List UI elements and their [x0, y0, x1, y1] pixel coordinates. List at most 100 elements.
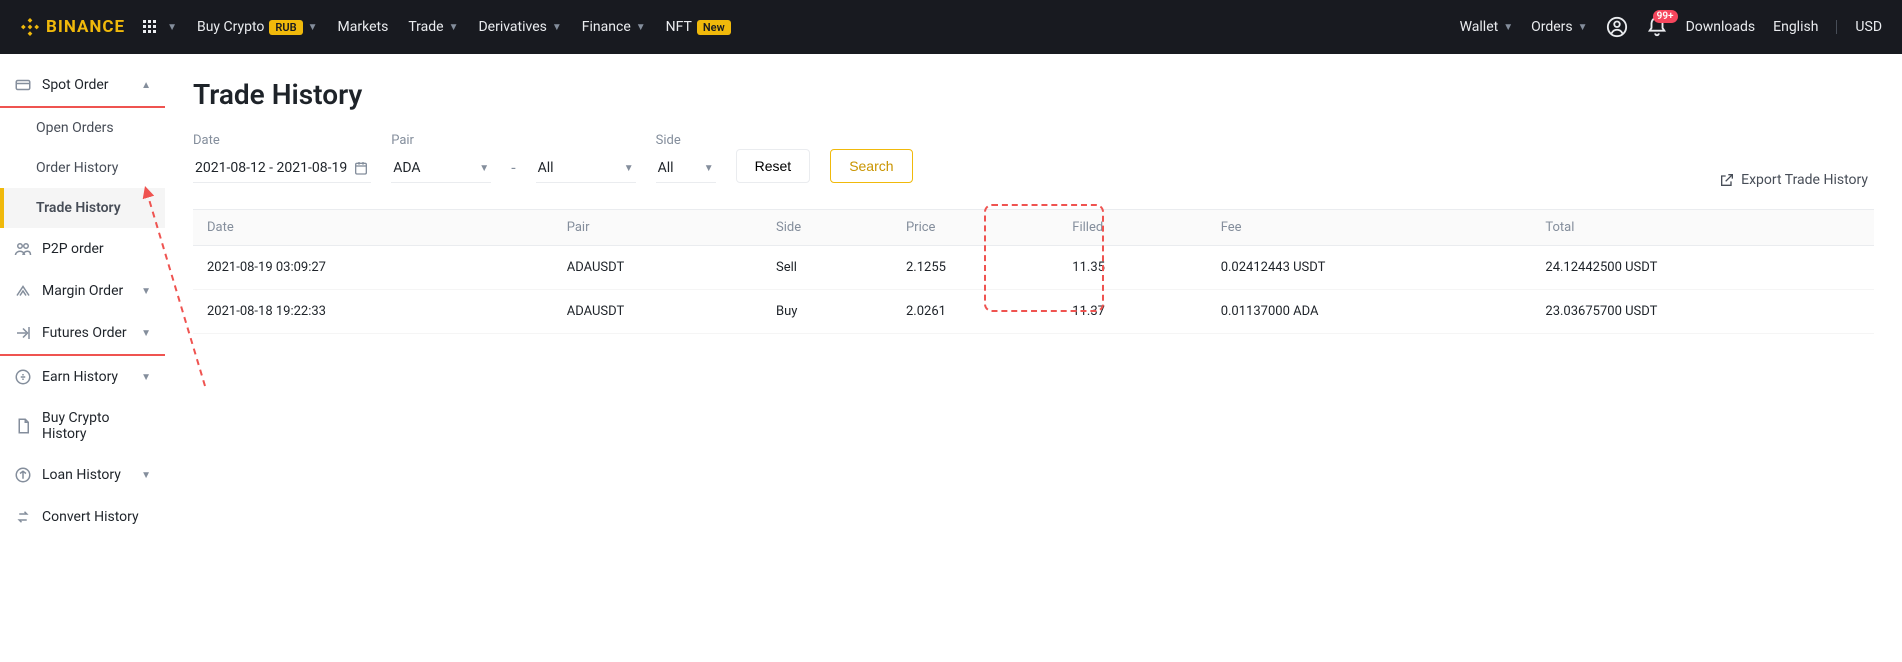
side-select-value: All — [658, 160, 674, 176]
sidebar-convert-history[interactable]: Convert History — [0, 496, 165, 538]
caret-down-icon: ▼ — [1503, 22, 1513, 33]
search-button[interactable]: Search — [830, 149, 912, 183]
calendar-icon — [353, 160, 369, 176]
sidebar-buy-crypto-history-label: Buy Crypto History — [42, 410, 151, 442]
nav-finance[interactable]: Finance ▼ — [582, 19, 646, 35]
date-range-value: 2021-08-12 - 2021-08-19 — [195, 160, 347, 176]
sidebar-spot-order-label: Spot Order — [42, 77, 109, 93]
pair-select-base-value: ADA — [393, 160, 420, 176]
caret-down-icon: ▼ — [308, 22, 318, 33]
nav-wallet-label: Wallet — [1460, 19, 1499, 35]
sidebar-earn-history[interactable]: Earn History ▼ — [0, 356, 165, 398]
cell-filled: 11.35 — [1058, 246, 1206, 290]
apps-caret-icon: ▼ — [167, 22, 177, 33]
sidebar-open-orders[interactable]: Open Orders — [0, 108, 165, 148]
logo-text: BINANCE — [46, 17, 125, 37]
futures-icon — [14, 324, 32, 342]
nav-derivatives[interactable]: Derivatives▼ — [478, 19, 561, 35]
nav-markets[interactable]: Markets — [338, 19, 389, 35]
caret-down-icon: ▼ — [636, 22, 646, 33]
sidebar-trade-history[interactable]: Trade History — [0, 188, 165, 228]
logo[interactable]: BINANCE — [20, 17, 125, 37]
sidebar-p2p-order[interactable]: P2P order — [0, 228, 165, 270]
pair-select-quote-value: All — [538, 160, 554, 176]
header: BINANCE ▼ Buy CryptoRUB▼ Markets Trade ▼ Der… — [0, 0, 1902, 54]
account-icon[interactable] — [1606, 16, 1628, 38]
nav-orders[interactable]: Orders ▼ — [1531, 19, 1587, 35]
col-total: Total — [1531, 210, 1874, 246]
cell-total: 23.03675700 USDT — [1531, 290, 1874, 334]
col-date: Date — [193, 210, 553, 246]
nav-orders-label: Orders — [1531, 19, 1573, 35]
notifications-icon[interactable]: 99+ — [1646, 16, 1668, 38]
sidebar-margin-order-label: Margin Order — [42, 283, 123, 299]
sidebar-order-history[interactable]: Order History — [0, 148, 165, 188]
trade-history-table: Date Pair Side Price Filled Fee Total 20… — [193, 209, 1874, 334]
sidebar-earn-history-label: Earn History — [42, 369, 118, 385]
apps-grid-icon[interactable] — [139, 16, 161, 38]
cell-side: Sell — [762, 246, 892, 290]
sidebar: Spot Order ▲ Open Orders Order History T… — [0, 54, 165, 538]
export-icon — [1719, 172, 1735, 188]
side-select[interactable]: All ▼ — [656, 154, 716, 183]
cell-date: 2021-08-18 19:22:33 — [193, 290, 553, 334]
table-row: 2021-08-18 19:22:33ADAUSDTBuy2.026111.37… — [193, 290, 1874, 334]
caret-down-icon: ▼ — [479, 163, 489, 174]
sidebar-p2p-order-label: P2P order — [42, 241, 104, 257]
sidebar-margin-order[interactable]: Margin Order ▼ — [0, 270, 165, 312]
sidebar-futures-order[interactable]: Futures Order ▼ — [0, 312, 165, 354]
caret-up-icon: ▲ — [141, 80, 151, 91]
nav-wallet[interactable]: Wallet ▼ — [1460, 19, 1514, 35]
pair-select-quote[interactable]: All ▼ — [536, 154, 636, 183]
cell-price: 2.1255 — [892, 246, 1058, 290]
side-label: Side — [656, 133, 716, 148]
cell-pair: ADAUSDT — [553, 246, 762, 290]
divider — [1836, 20, 1837, 34]
main-nav: Buy CryptoRUB▼MarketsTrade▼Derivatives▼F… — [197, 19, 731, 35]
caret-down-icon: ▼ — [141, 470, 151, 481]
filter-bar: Date 2021-08-12 - 2021-08-19 Pair ADA ▼ … — [193, 133, 1874, 183]
sidebar-loan-history[interactable]: Loan History ▼ — [0, 454, 165, 496]
cell-price: 2.0261 — [892, 290, 1058, 334]
margin-icon — [14, 282, 32, 300]
export-label: Export Trade History — [1741, 172, 1868, 188]
card-icon — [14, 76, 32, 94]
reset-button[interactable]: Reset — [736, 149, 811, 183]
nav-buy-crypto[interactable]: Buy CryptoRUB▼ — [197, 19, 318, 35]
caret-down-icon: ▼ — [141, 372, 151, 383]
date-range-input[interactable]: 2021-08-12 - 2021-08-19 — [193, 154, 371, 183]
sidebar-spot-order[interactable]: Spot Order ▲ — [0, 64, 165, 106]
header-right: Wallet ▼ Orders ▼ 99+ Downloads English … — [1460, 16, 1882, 38]
caret-down-icon: ▼ — [141, 328, 151, 339]
table-row: 2021-08-19 03:09:27ADAUSDTSell2.125511.3… — [193, 246, 1874, 290]
pair-select-base[interactable]: ADA ▼ — [391, 154, 491, 183]
nav-item-label: Finance — [582, 19, 631, 35]
export-button[interactable]: Export Trade History — [1719, 172, 1868, 188]
nav-item-label: Buy Crypto — [197, 19, 264, 35]
col-side: Side — [762, 210, 892, 246]
nav-currency[interactable]: USD — [1855, 19, 1882, 35]
caret-down-icon: ▼ — [141, 286, 151, 297]
cell-fee: 0.01137000 ADA — [1207, 290, 1532, 334]
notification-badge: 99+ — [1653, 10, 1678, 23]
main-content: Trade History Date 2021-08-12 - 2021-08-… — [165, 54, 1902, 538]
caret-down-icon: ▼ — [624, 163, 634, 174]
nav-item-label: Trade — [408, 19, 443, 35]
people-icon — [14, 240, 32, 258]
nav-language[interactable]: English — [1773, 19, 1818, 35]
nav-item-label: Markets — [338, 19, 389, 35]
sidebar-buy-crypto-history[interactable]: Buy Crypto History — [0, 398, 165, 454]
date-label: Date — [193, 133, 371, 148]
loan-icon — [14, 466, 32, 484]
document-icon — [14, 417, 32, 435]
nav-item-label: Derivatives — [478, 19, 546, 35]
col-filled: Filled — [1058, 210, 1206, 246]
caret-down-icon: ▼ — [449, 22, 459, 33]
page-title: Trade History — [193, 78, 1874, 111]
nav-downloads[interactable]: Downloads — [1686, 19, 1756, 35]
nav-nft[interactable]: NFTNew — [666, 19, 731, 35]
col-pair: Pair — [553, 210, 762, 246]
nav-item-label: NFT — [666, 19, 692, 35]
earn-icon — [14, 368, 32, 386]
nav-trade[interactable]: Trade ▼ — [408, 19, 458, 35]
